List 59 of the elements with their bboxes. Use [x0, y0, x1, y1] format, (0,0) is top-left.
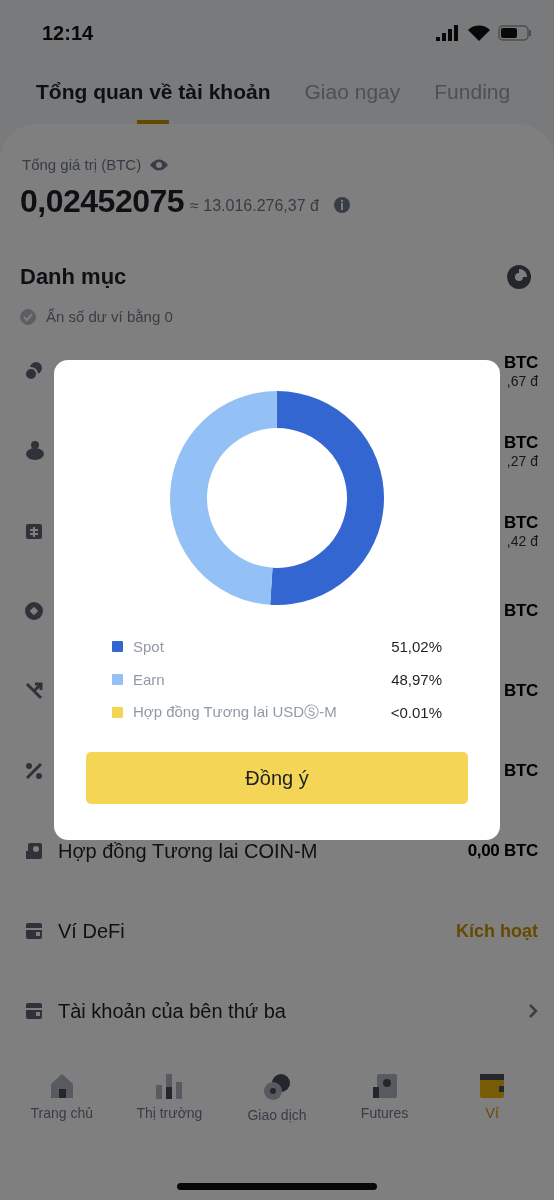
- account-amount: 0,00 BTC: [467, 841, 538, 861]
- account-amount: BTC: [503, 513, 538, 533]
- account-amount: BTC: [503, 353, 538, 373]
- account-amount: BTC: [503, 761, 538, 781]
- account-amount: BTC: [503, 681, 538, 701]
- fiat-value: ≈ 13.016.276,37 đ: [190, 195, 319, 215]
- activate-link[interactable]: Kích hoạt: [456, 920, 538, 942]
- checkbox[interactable]: [20, 308, 36, 325]
- chevron-right-icon[interactable]: [528, 1003, 538, 1019]
- wallet-icon: [24, 921, 44, 941]
- account-name: Tài khoản của bên thứ ba: [58, 999, 287, 1023]
- legend-value: <0.01%: [390, 704, 442, 721]
- account-name: Hợp đồng Tương lai COIN-M: [58, 839, 319, 863]
- section-title: Danh mục: [20, 264, 127, 290]
- crossed-arrows-icon: [24, 681, 44, 701]
- eye-icon[interactable]: [149, 157, 170, 172]
- battery-icon: [498, 25, 532, 41]
- futures-card-icon: [371, 1073, 398, 1099]
- coins-icon: [263, 1073, 291, 1101]
- futures-card-icon: [24, 841, 44, 861]
- legend-label: Spot: [133, 638, 165, 655]
- legend-label: Hợp đồng Tương lai USDⓈ-M: [133, 703, 338, 722]
- nav-label: Futures: [360, 1105, 409, 1121]
- nav-tab[interactable]: Thị trường: [115, 1073, 224, 1151]
- nav-label: Ví: [485, 1105, 499, 1121]
- signal-icon: [436, 25, 460, 41]
- wifi-icon: [468, 25, 490, 41]
- wallet-icon: [479, 1073, 506, 1099]
- nav-tab[interactable]: Giao dịch: [223, 1073, 331, 1151]
- legend-value: 51,02%: [391, 638, 442, 655]
- legend-value: 48,97%: [391, 671, 442, 688]
- account-name: Ví DeFi: [58, 919, 126, 943]
- total-value-label: Tổng giá trị (BTC): [22, 156, 142, 173]
- cash-card-icon: [24, 521, 44, 541]
- legend-label: Earn: [133, 671, 166, 688]
- account-fiat: ,42 đ: [506, 533, 538, 549]
- pie-chart-icon[interactable]: [506, 264, 532, 290]
- account-amount: BTC: [503, 601, 538, 621]
- nav-tab[interactable]: Ví: [438, 1073, 546, 1151]
- status-time: 12:14: [42, 21, 94, 45]
- nav-tab[interactable]: Trang chủ: [8, 1073, 116, 1151]
- tab[interactable]: Tổng quan về tài khoản: [36, 78, 271, 124]
- total-value: 0,02452075: [20, 183, 185, 220]
- home-icon: [48, 1073, 75, 1099]
- nav-label: Thị trường: [136, 1105, 203, 1121]
- nav-label: Trang chủ: [30, 1105, 94, 1121]
- account-fiat: ,27 đ: [506, 453, 538, 469]
- wallet-icon: [24, 1001, 44, 1021]
- nav-label: Giao dịch: [247, 1107, 307, 1123]
- coins-icon: [24, 361, 44, 381]
- hide-zero-label: Ẩn số dư ví bằng 0: [46, 308, 173, 325]
- account-amount: BTC: [503, 433, 538, 453]
- info-icon[interactable]: [332, 195, 351, 214]
- confirm-button[interactable]: Đồng ý: [86, 752, 468, 804]
- account-fiat: ,67 đ: [506, 373, 538, 389]
- diamond-coin-icon: [24, 601, 44, 621]
- bar-chart-icon: [155, 1073, 184, 1099]
- nav-tab[interactable]: Futures: [330, 1073, 439, 1151]
- percent-icon: [24, 761, 44, 781]
